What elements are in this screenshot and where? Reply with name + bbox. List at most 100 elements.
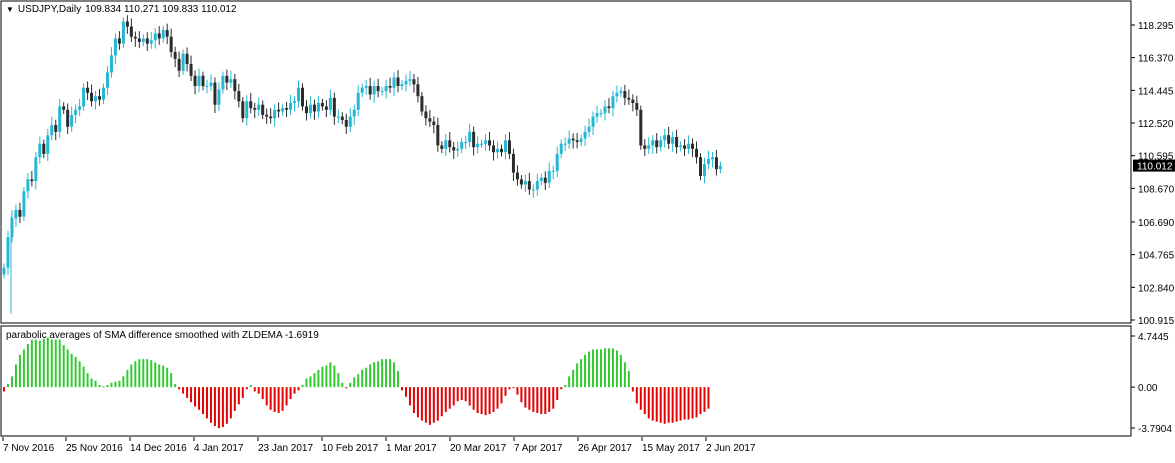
candle-body xyxy=(464,142,468,144)
candle xyxy=(484,134,488,152)
candle xyxy=(639,105,643,150)
candle xyxy=(289,94,293,116)
candle-body xyxy=(42,143,46,154)
candle-body xyxy=(213,82,217,105)
candle-body xyxy=(563,143,567,145)
candle-body xyxy=(82,87,86,107)
candle xyxy=(26,173,30,199)
candle xyxy=(631,94,635,112)
candle xyxy=(237,83,241,108)
chart-window[interactable]: 118.295 116.370 114.445 112.520 110.595 108.6… xyxy=(0,0,1175,458)
candle xyxy=(301,83,304,111)
candle xyxy=(511,148,515,181)
candle-body xyxy=(412,79,416,85)
candle xyxy=(332,92,336,125)
candle xyxy=(476,136,480,154)
time-tick-label: 2 Jun 2017 xyxy=(706,443,756,454)
candle xyxy=(683,139,687,157)
candle xyxy=(281,103,285,116)
candle-body xyxy=(543,177,547,183)
time-tick-label: 23 Jan 2017 xyxy=(258,443,313,454)
candle-body xyxy=(436,125,440,146)
symbol-label: USDJPY,Daily xyxy=(17,4,82,15)
time-tick-label: 20 Mar 2017 xyxy=(450,443,507,454)
candle xyxy=(468,123,472,148)
candle xyxy=(448,132,452,153)
candle xyxy=(249,92,253,114)
candle xyxy=(149,31,153,49)
candle-body xyxy=(94,96,98,102)
candle-body xyxy=(169,36,173,53)
candle xyxy=(611,90,615,117)
triangle-down-icon[interactable]: ▼ xyxy=(6,5,14,14)
candle xyxy=(527,172,531,195)
candle-body xyxy=(70,114,74,127)
candle-body xyxy=(583,131,587,139)
candle xyxy=(360,83,364,98)
candle xyxy=(201,71,205,91)
candle-body xyxy=(511,153,515,173)
candle-body xyxy=(129,26,133,37)
candle xyxy=(245,95,249,126)
candle-body xyxy=(269,116,273,119)
candle-body xyxy=(257,104,261,110)
candle xyxy=(591,111,595,136)
price-tick-label: 104.765 xyxy=(1138,251,1175,262)
candle-body xyxy=(78,106,82,110)
candle xyxy=(181,49,185,75)
candle xyxy=(18,202,22,223)
candle-body xyxy=(145,38,149,44)
price-tick-label: 106.690 xyxy=(1138,218,1175,229)
price-axis[interactable]: 118.295116.370114.445112.520110.595108.6… xyxy=(1131,21,1175,327)
candle xyxy=(277,102,281,118)
candle-body xyxy=(201,75,205,87)
candle-body xyxy=(149,40,153,44)
candle-body xyxy=(217,89,221,105)
candle xyxy=(392,72,396,97)
candle-body xyxy=(352,109,356,117)
candle-body xyxy=(527,181,531,190)
candle-body xyxy=(675,136,679,148)
candle-body xyxy=(539,177,543,182)
indicator-axis[interactable]: 4.7445 0.00 -3.7904 xyxy=(1131,332,1172,435)
candle-body xyxy=(492,145,496,153)
candle xyxy=(547,162,551,189)
candle xyxy=(492,140,496,161)
candle-body xyxy=(356,92,360,110)
indicator-title: parabolic averages of SMA difference smo… xyxy=(6,330,319,341)
candle-body xyxy=(320,102,324,107)
candle-body xyxy=(372,86,376,95)
candle-body xyxy=(607,106,611,109)
candle-body xyxy=(396,77,400,87)
candle xyxy=(217,82,221,111)
candle xyxy=(185,47,189,72)
candle xyxy=(464,135,468,150)
candle xyxy=(380,86,384,96)
candle xyxy=(273,104,277,127)
candle-body xyxy=(655,140,659,148)
candle xyxy=(117,31,121,50)
candle xyxy=(197,68,201,93)
candle-body xyxy=(161,30,165,39)
candle xyxy=(225,69,229,90)
candle-body xyxy=(38,143,42,158)
candle-body xyxy=(714,157,718,170)
candle xyxy=(607,98,611,114)
candle-body xyxy=(233,79,237,92)
candle-body xyxy=(420,96,424,112)
candle-body xyxy=(137,38,141,42)
candle-body xyxy=(531,189,535,191)
candle xyxy=(420,91,424,116)
candle-body xyxy=(579,138,583,143)
chart-canvas[interactable]: 118.295116.370114.445112.520110.595108.6… xyxy=(0,0,1175,458)
candle xyxy=(356,85,360,117)
candle xyxy=(193,70,197,95)
candle-body xyxy=(476,143,480,148)
candle xyxy=(551,165,555,180)
candle xyxy=(710,152,714,168)
candle xyxy=(679,141,683,152)
candle-body xyxy=(432,121,436,126)
time-axis[interactable]: 7 Nov 2016 25 Nov 2016 14 Dec 2016 4 Jan 20… xyxy=(2,437,756,454)
candle xyxy=(213,77,217,114)
candle-body xyxy=(197,75,201,87)
